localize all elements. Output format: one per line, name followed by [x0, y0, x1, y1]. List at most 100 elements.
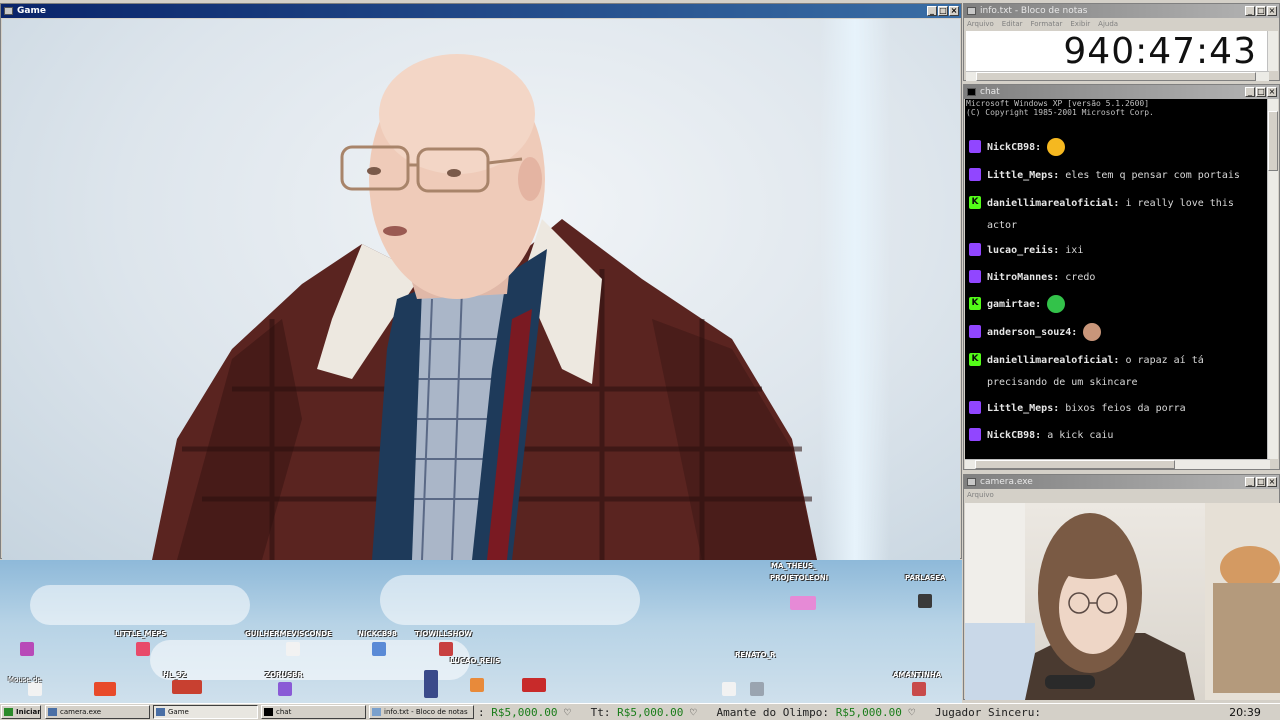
- chat-window[interactable]: chat _ □ × Microsoft Windows XP [versão …: [963, 84, 1280, 470]
- maximize-button[interactable]: □: [1256, 477, 1266, 487]
- player-sprite[interactable]: [136, 642, 150, 656]
- menu-editar[interactable]: Editar: [1002, 18, 1023, 30]
- twitch-icon: [969, 269, 981, 283]
- game-titlebar[interactable]: Game _ □ ×: [1, 4, 961, 18]
- player-sprite[interactable]: [28, 682, 42, 696]
- minimize-button[interactable]: _: [1245, 87, 1255, 97]
- player-name: AMANTINHA: [893, 671, 942, 679]
- chat-vertical-scrollbar[interactable]: [1267, 99, 1278, 459]
- taskbar-item-game[interactable]: Game: [153, 705, 258, 719]
- player-sprite[interactable]: [722, 682, 736, 696]
- player-sprite[interactable]: [20, 642, 34, 656]
- taskbar-item-notes[interactable]: info.txt - Bloco de notas: [369, 705, 474, 719]
- chat-text: i really love this: [1125, 198, 1234, 209]
- camera-window[interactable]: camera.exe _ □ × Arquivo: [963, 474, 1280, 700]
- player-sprite[interactable]: [372, 642, 386, 656]
- notes-window[interactable]: info.txt - Bloco de notas _ □ × Arquivo …: [963, 3, 1280, 81]
- game-window[interactable]: Game _ □ ×: [0, 3, 962, 560]
- maximize-button[interactable]: □: [1256, 6, 1266, 16]
- twitch-icon: [969, 167, 981, 181]
- console-copyright-line: (C) Copyright 1985-2001 Microsoft Corp.: [966, 108, 1154, 117]
- taskbar-clock[interactable]: 20:39: [1210, 705, 1280, 720]
- player-sprite[interactable]: [172, 680, 202, 694]
- notes-titlebar[interactable]: info.txt - Bloco de notas _ □ ×: [964, 4, 1279, 18]
- close-button[interactable]: ×: [949, 6, 959, 16]
- console-icon: [967, 88, 976, 96]
- player-sprite[interactable]: [278, 682, 292, 696]
- player-name: HL_92: [163, 671, 187, 679]
- chat-username: NitroMannes:: [987, 272, 1060, 283]
- player-sprite[interactable]: [522, 678, 546, 692]
- player-name: LUCAO_REIIS: [450, 657, 501, 665]
- player-name: PARLASEA: [905, 574, 946, 582]
- camera-menubar: Arquivo: [964, 489, 1279, 501]
- shocked-emote-icon: [1047, 138, 1066, 156]
- cloud: [380, 575, 640, 625]
- player-sprite[interactable]: [912, 682, 926, 696]
- twitch-icon: [969, 242, 981, 256]
- twitch-icon: [969, 427, 981, 441]
- minimize-button[interactable]: _: [927, 6, 937, 16]
- menu-arquivo[interactable]: Arquivo: [967, 489, 994, 501]
- minimize-button[interactable]: _: [1245, 6, 1255, 16]
- player-sprite[interactable]: [286, 642, 300, 656]
- chat-username: lucao_reiis:: [987, 245, 1060, 256]
- console-icon: [264, 708, 273, 716]
- chat-horizontal-scrollbar[interactable]: [965, 459, 1270, 469]
- player-stage[interactable]: MA_THEUS_ PROJETOLEONI PARLASEA LITTLE_M…: [0, 560, 962, 703]
- scroll-thumb[interactable]: [976, 72, 1256, 81]
- chat-text: o rapaz aí tá: [1125, 355, 1204, 366]
- taskbar-item-camera[interactable]: camera.exe: [45, 705, 150, 719]
- chat-message: NitroMannes: credo: [969, 267, 1267, 289]
- twitch-icon: [969, 139, 981, 153]
- notes-menubar: Arquivo Editar Formatar Exibir Ajuda: [964, 18, 1279, 30]
- twitch-icon: [969, 400, 981, 414]
- twitch-icon: [969, 324, 981, 338]
- player-name: PROJETOLEONI: [770, 574, 829, 582]
- windows-logo-icon: [4, 708, 13, 716]
- player-sprite[interactable]: [94, 682, 116, 696]
- minimize-button[interactable]: _: [1245, 477, 1255, 487]
- chat-message-continuation: precisando de um skincare: [969, 372, 1267, 394]
- player-name: RENATO_R: [735, 651, 776, 659]
- ticker-item: Jugador Sinceru:: [935, 706, 1042, 719]
- player-sprite[interactable]: [790, 596, 816, 610]
- notes-horizontal-scrollbar[interactable]: [966, 71, 1269, 81]
- console-version-line: Microsoft Windows XP [versão 5.1.2600]: [966, 99, 1150, 108]
- notes-vertical-scrollbar[interactable]: [1267, 31, 1278, 71]
- player-sprite[interactable]: [918, 594, 932, 608]
- maximize-button[interactable]: □: [1256, 87, 1266, 97]
- chat-text: bixos feios da porra: [1065, 403, 1186, 414]
- menu-arquivo[interactable]: Arquivo: [967, 18, 994, 30]
- player-sprite[interactable]: [470, 678, 484, 692]
- close-button[interactable]: ×: [1267, 477, 1277, 487]
- taskbar-item-chat[interactable]: chat: [261, 705, 366, 719]
- chat-console[interactable]: Microsoft Windows XP [versão 5.1.2600] (…: [965, 99, 1270, 459]
- player-name: GUILHERMEVISCONDE: [245, 630, 332, 638]
- player-sprite[interactable]: [424, 670, 438, 698]
- face-emote-icon: [1083, 323, 1102, 341]
- menu-formatar[interactable]: Formatar: [1031, 18, 1063, 30]
- close-button[interactable]: ×: [1267, 6, 1277, 16]
- game-video-view[interactable]: [2, 19, 960, 560]
- maximize-button[interactable]: □: [938, 6, 948, 16]
- chat-username: Little_Meps:: [987, 170, 1060, 181]
- chat-username: Little_Meps:: [987, 403, 1060, 414]
- app-icon: [156, 708, 165, 716]
- timer-text[interactable]: 940:47:43: [966, 31, 1269, 72]
- chat-message: Kdaniellimarealoficial: o rapaz aí tá: [969, 350, 1267, 372]
- streamer-figure: [965, 503, 1280, 700]
- ticker-item: Amante do Olimpo: R$5,000.00 ♡: [716, 706, 929, 719]
- scroll-thumb[interactable]: [1268, 111, 1278, 171]
- close-button[interactable]: ×: [1267, 87, 1277, 97]
- chat-titlebar[interactable]: chat _ □ ×: [964, 85, 1279, 99]
- player-name: TIOWILLSHOW: [415, 630, 473, 638]
- camera-titlebar[interactable]: camera.exe _ □ ×: [964, 475, 1279, 489]
- scroll-thumb[interactable]: [975, 460, 1175, 469]
- menu-exibir[interactable]: Exibir: [1070, 18, 1090, 30]
- player-name: NICKCB98: [358, 630, 397, 638]
- start-button[interactable]: Iniciar: [1, 705, 41, 719]
- player-sprite[interactable]: [750, 682, 764, 696]
- player-sprite[interactable]: [439, 642, 453, 656]
- menu-ajuda[interactable]: Ajuda: [1098, 18, 1118, 30]
